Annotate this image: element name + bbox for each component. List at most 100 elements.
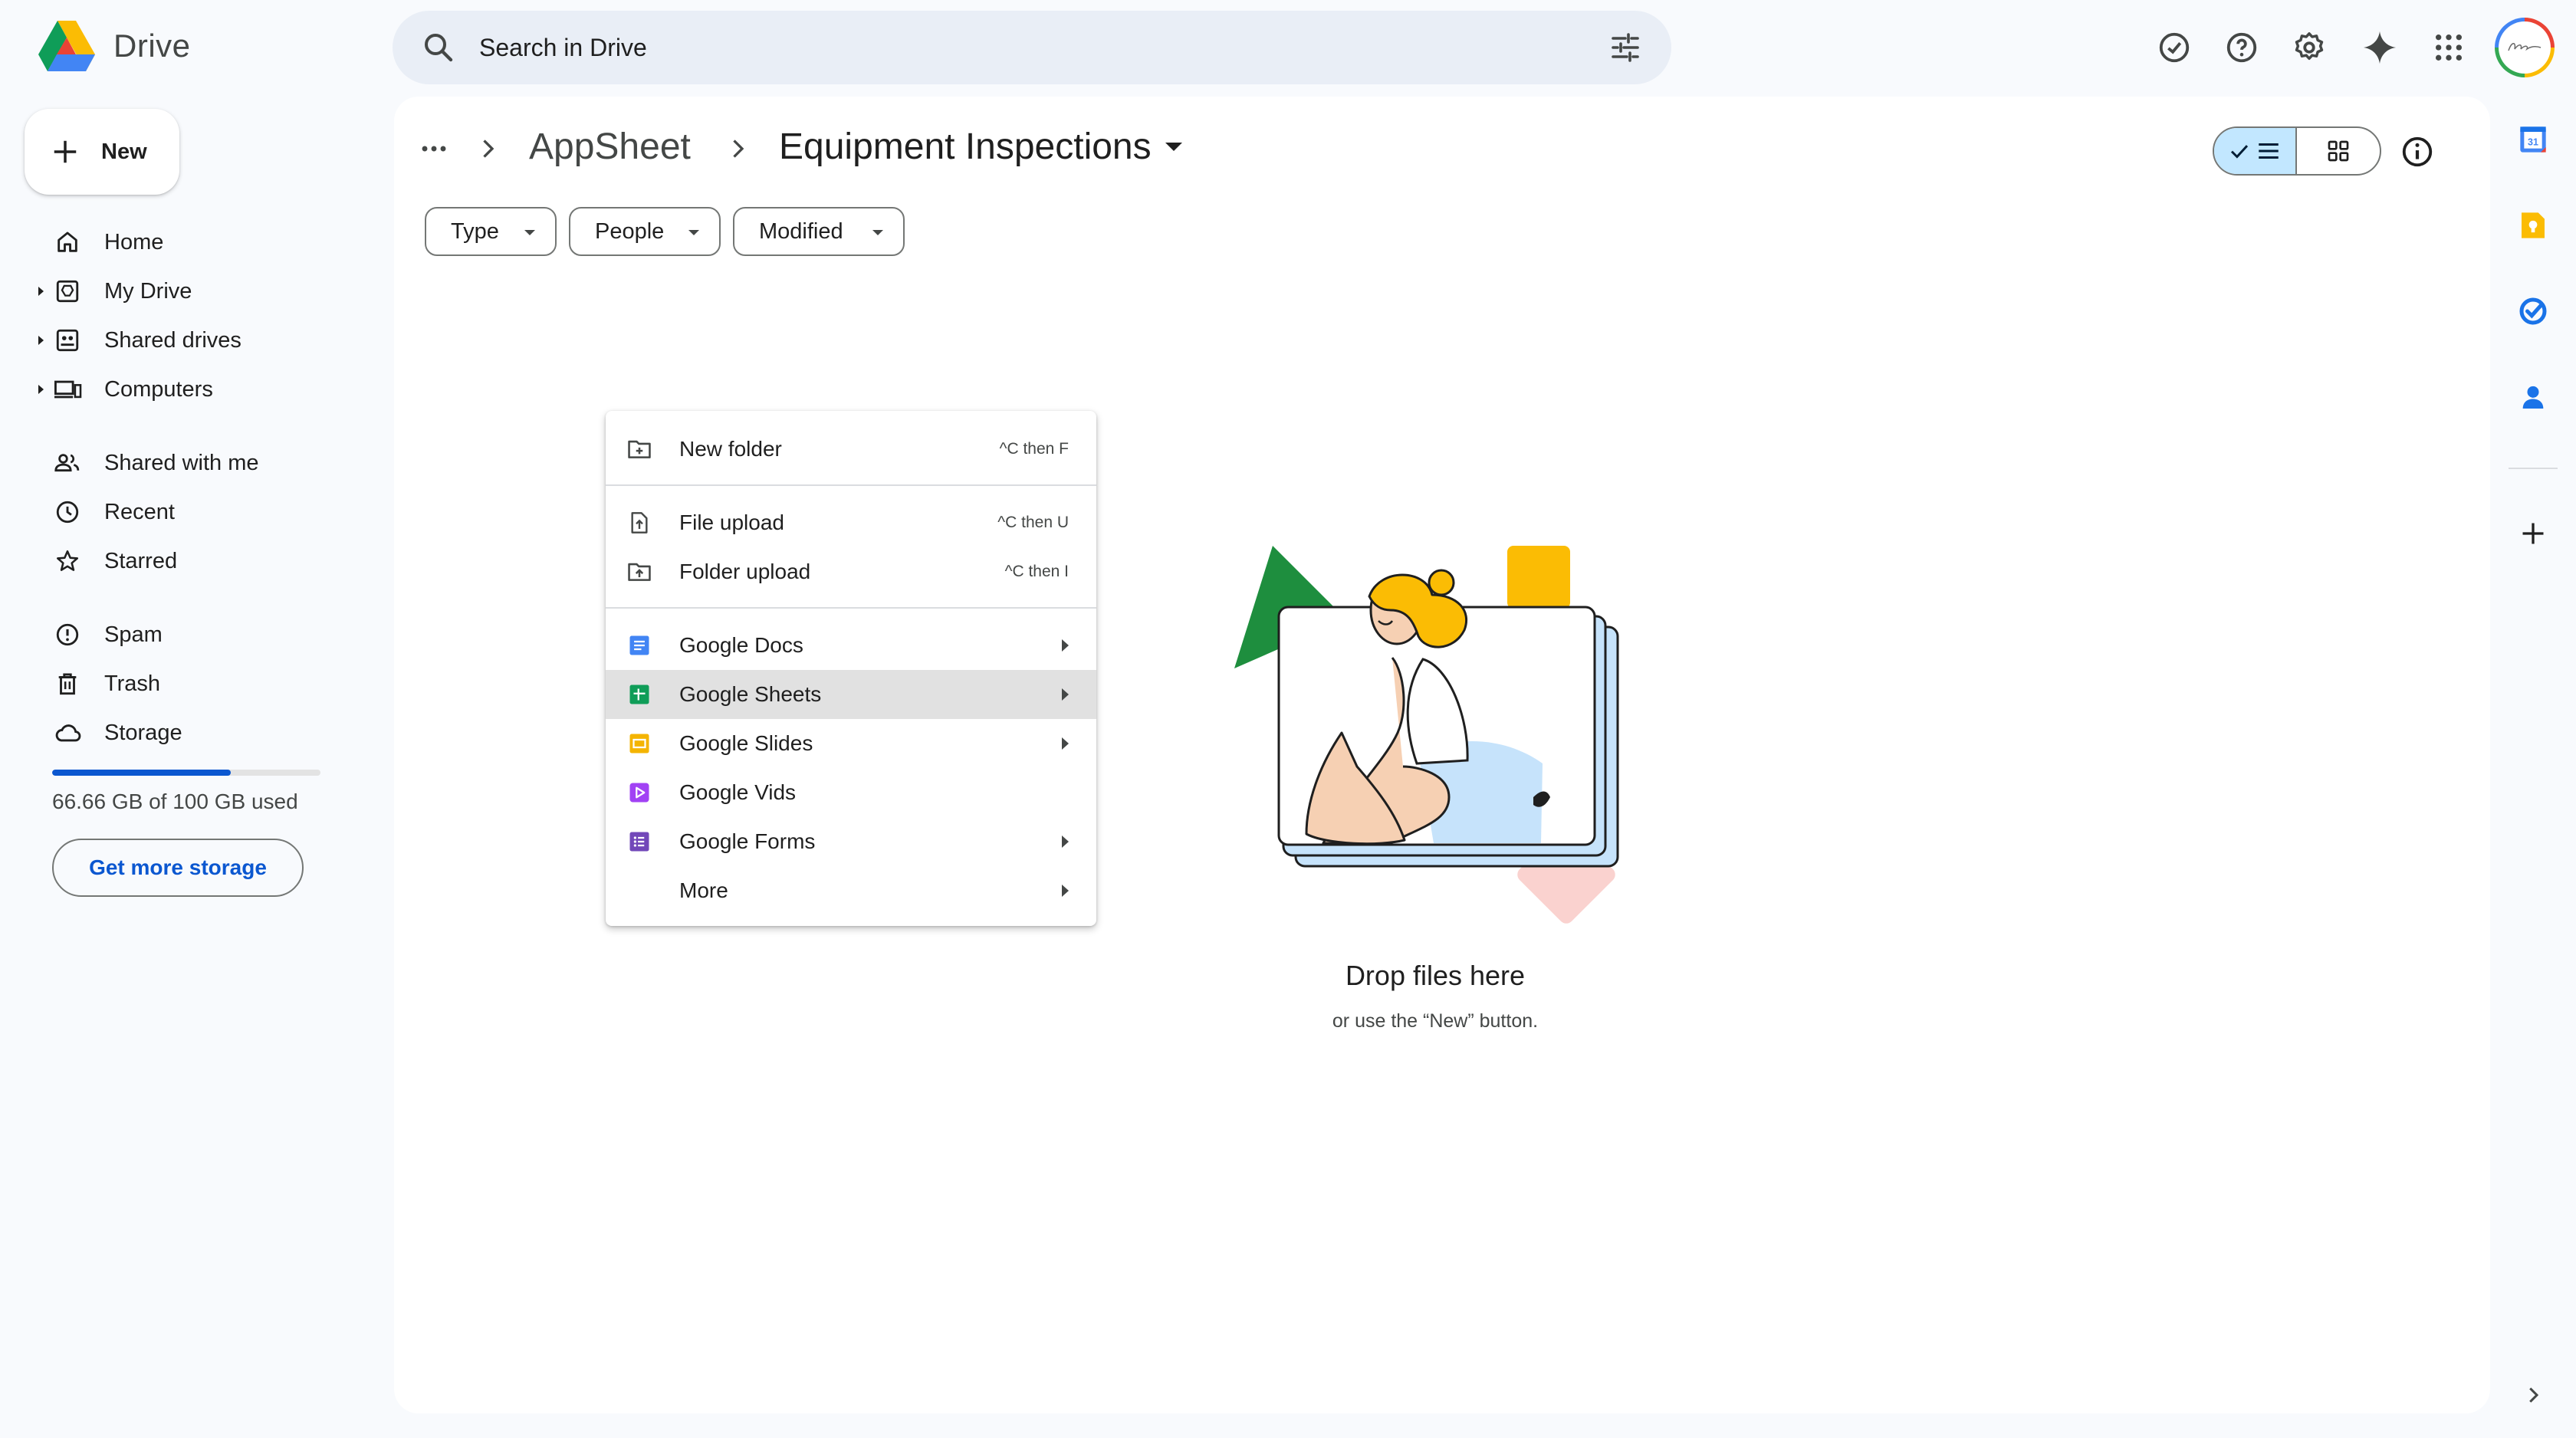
sidebar-item-my-drive[interactable]: My Drive — [23, 267, 353, 316]
breadcrumb-current-folder[interactable]: Equipment Inspections — [779, 126, 1182, 168]
sidebar-item-label: Starred — [104, 548, 178, 573]
search-input[interactable]: Search in Drive — [479, 34, 647, 62]
filter-people-chip[interactable]: People — [569, 207, 721, 256]
apps-grid-icon[interactable] — [2430, 29, 2467, 66]
calendar-icon[interactable]: 31 — [2516, 123, 2550, 156]
google-vids-icon — [626, 779, 653, 806]
gemini-icon[interactable] — [2361, 29, 2398, 66]
folder-dropdown-icon — [1165, 143, 1182, 151]
sidebar-item-starred[interactable]: Starred — [23, 537, 353, 586]
trash-icon — [52, 668, 83, 699]
submenu-arrow-icon — [1062, 885, 1069, 897]
submenu-arrow-icon — [1062, 688, 1069, 701]
computers-icon — [52, 374, 83, 405]
my-drive-icon — [52, 276, 83, 307]
sidebar-item-shared-drives[interactable]: Shared drives — [23, 316, 353, 365]
drive-logo-icon — [38, 21, 95, 71]
menu-item-label: Google Docs — [679, 633, 803, 657]
menu-item-label: Google Forms — [679, 829, 816, 853]
keep-icon[interactable] — [2516, 208, 2550, 242]
current-folder-title: Equipment Inspections — [779, 126, 1152, 167]
sidebar-item-home[interactable]: Home — [23, 218, 353, 267]
ready-offline-icon[interactable] — [2156, 29, 2193, 66]
info-icon[interactable] — [2400, 134, 2435, 169]
more-breadcrumbs-icon[interactable] — [420, 135, 448, 163]
menu-item-google-vids[interactable]: Google Vids — [606, 768, 1096, 817]
sidebar-item-computers[interactable]: Computers — [23, 365, 353, 414]
menu-item-google-docs[interactable]: Google Docs — [606, 621, 1096, 670]
menu-divider — [606, 607, 1096, 609]
people-icon — [52, 448, 83, 478]
account-avatar[interactable] — [2495, 18, 2555, 77]
google-slides-icon — [626, 730, 653, 757]
expand-caret-icon[interactable] — [38, 385, 44, 394]
check-icon — [2230, 145, 2249, 159]
help-icon[interactable] — [2223, 29, 2260, 66]
sidebar-item-label: Shared with me — [104, 450, 259, 475]
tasks-icon[interactable] — [2516, 294, 2550, 328]
breadcrumb-parent[interactable]: AppSheet — [529, 126, 691, 168]
new-button-label: New — [101, 139, 147, 164]
filter-chip-label: Type — [451, 218, 499, 244]
search-icon[interactable] — [420, 29, 457, 66]
menu-divider — [606, 484, 1096, 486]
filter-chip-label: Modified — [759, 218, 843, 244]
sidebar-item-label: Home — [104, 229, 164, 254]
sidebar-item-label: Shared drives — [104, 327, 242, 353]
menu-item-file-upload[interactable]: File upload ^C then U — [606, 498, 1096, 547]
contacts-icon[interactable] — [2516, 380, 2550, 414]
menu-item-google-forms[interactable]: Google Forms — [606, 817, 1096, 866]
empty-state-title: Drop files here — [1345, 960, 1526, 991]
menu-item-folder-upload[interactable]: Folder upload ^C then I — [606, 547, 1096, 596]
sidebar-item-trash[interactable]: Trash — [23, 659, 353, 708]
sidebar-item-shared-with-me[interactable]: Shared with me — [23, 438, 353, 488]
chip-dropdown-icon — [872, 230, 883, 235]
expand-panel-icon[interactable] — [2516, 1378, 2550, 1412]
search-options-icon[interactable] — [1607, 29, 1644, 66]
sidebar-item-spam[interactable]: Spam — [23, 610, 353, 659]
menu-item-more[interactable]: More — [606, 866, 1096, 915]
sidebar-item-label: Spam — [104, 622, 163, 647]
expand-caret-icon[interactable] — [38, 336, 44, 345]
sidebar-item-recent[interactable]: Recent — [23, 488, 353, 537]
google-forms-icon — [626, 828, 653, 855]
menu-item-new-folder[interactable]: New folder ^C then F — [606, 425, 1096, 474]
menu-item-label: Folder upload — [679, 560, 811, 583]
submenu-arrow-icon — [1062, 737, 1069, 750]
sidebar-item-label: Trash — [104, 671, 161, 696]
empty-state-subtitle: or use the “New” button. — [1332, 1010, 1539, 1032]
search-bar[interactable]: Search in Drive — [393, 11, 1671, 84]
new-folder-icon — [626, 435, 653, 463]
svg-text:31: 31 — [2528, 137, 2538, 148]
new-item-context-menu: New folder ^C then F File upload ^C then… — [606, 411, 1096, 926]
grid-view-button[interactable] — [2297, 128, 2380, 174]
menu-item-label: Google Vids — [679, 780, 797, 804]
new-button[interactable]: New — [25, 109, 179, 195]
menu-item-shortcut: ^C then F — [999, 440, 1069, 458]
menu-item-label: More — [679, 878, 728, 902]
breadcrumb-chevron-icon — [733, 140, 744, 158]
file-upload-icon — [626, 509, 653, 537]
filter-modified-chip[interactable]: Modified — [733, 207, 905, 256]
drop-files-illustration — [1234, 546, 1619, 924]
sidebar-item-storage[interactable]: Storage — [23, 708, 353, 757]
menu-item-google-slides[interactable]: Google Slides — [606, 719, 1096, 768]
view-toggle[interactable] — [2213, 126, 2381, 176]
plus-icon — [54, 140, 77, 163]
shared-drives-icon — [52, 325, 83, 356]
star-icon — [52, 546, 83, 576]
get-more-storage-button[interactable]: Get more storage — [52, 839, 304, 897]
settings-icon[interactable] — [2291, 29, 2328, 66]
menu-item-google-sheets[interactable]: Google Sheets — [606, 670, 1096, 719]
sidebar-item-label: My Drive — [104, 278, 192, 304]
menu-item-shortcut: ^C then U — [997, 514, 1069, 531]
filter-type-chip[interactable]: Type — [425, 207, 557, 256]
expand-caret-icon[interactable] — [38, 287, 44, 296]
list-view-button[interactable] — [2214, 128, 2298, 174]
rail-divider — [2509, 468, 2558, 469]
filter-chip-label: People — [595, 218, 665, 244]
sidebar-item-label: Storage — [104, 720, 182, 745]
sidebar-item-label: Computers — [104, 376, 213, 402]
drive-logo[interactable]: Drive — [38, 21, 191, 71]
add-icon[interactable] — [2516, 517, 2550, 550]
